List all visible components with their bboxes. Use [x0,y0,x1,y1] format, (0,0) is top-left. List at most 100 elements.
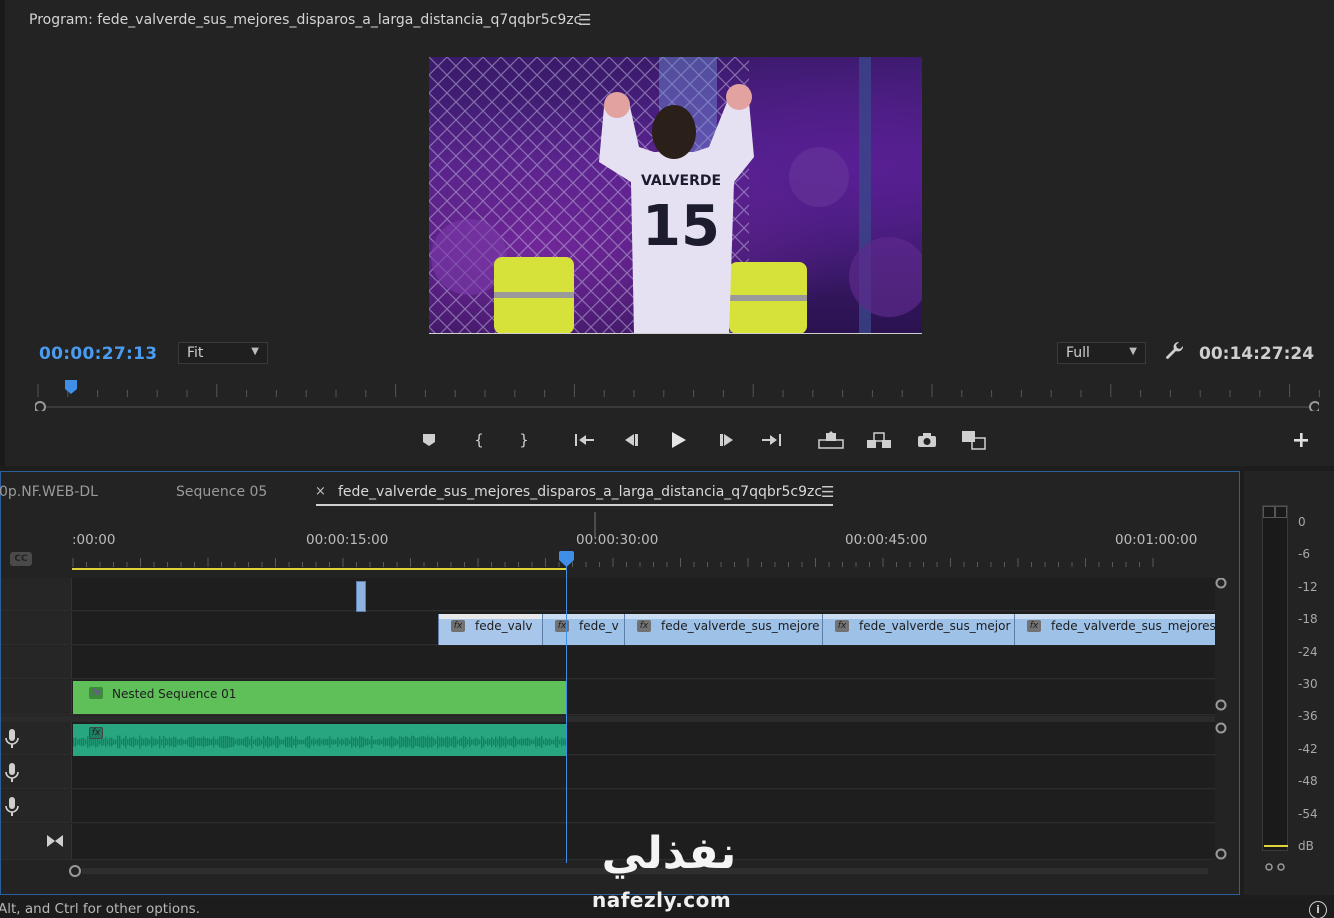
audio-waveform [73,735,567,749]
transport-controls: { } [5,427,1334,455]
close-icon[interactable]: × [315,484,326,499]
playback-resolution-value: Full [1066,345,1090,361]
track-header[interactable] [1,680,72,714]
marker-icon[interactable] [415,427,443,453]
play-icon[interactable] [664,427,692,453]
meter-scale-label: -18 [1298,612,1318,627]
premiere-window: Program: fede_valverde_sus_mejores_dispa… [0,0,1334,918]
track-v3 [1,578,1215,612]
track-header[interactable] [1,790,72,822]
clip-name: fede_valverde_sus_mejores [1051,619,1215,633]
video-clip[interactable]: fx fede_valverde_sus_mejores [1014,614,1215,645]
meter-scale-label: 0 [1298,515,1306,529]
clip-name: Nested Sequence 01 [112,687,237,701]
compare-icon[interactable] [960,427,988,453]
mark-out-icon[interactable]: } [510,427,538,453]
microphone-icon[interactable] [5,729,19,749]
hamburger-icon[interactable]: ☰ [578,11,591,29]
go-to-out-icon[interactable] [757,427,785,453]
playback-resolution-dropdown[interactable]: Full ▼ [1057,342,1146,364]
add-button-icon[interactable] [1287,427,1315,453]
monitor-playhead[interactable] [65,380,77,394]
audio-meter [1262,505,1288,851]
meter-scale-label: -30 [1298,677,1318,691]
microphone-icon[interactable] [5,797,19,817]
hamburger-icon[interactable]: ☰ [821,483,834,501]
extract-icon[interactable] [865,427,893,453]
meter-scale-label: -24 [1298,644,1318,659]
clip-name: fede_valv [475,619,533,633]
monitor-zoom-scrollbar[interactable] [35,401,1319,411]
fx-badge-icon: fx [89,727,103,739]
fx-badge-icon: fx [89,687,103,699]
video-clip[interactable]: fx fede_v [542,614,624,645]
clip-name: fede_v [579,619,619,633]
clip-indicator-left[interactable] [1263,506,1275,518]
track-a3 [1,790,1215,823]
status-bar: Alt, and Ctrl for other options. i [0,900,1334,918]
tab-sequence-web-dl[interactable]: 0p.NF.WEB-DL [0,484,98,500]
video-clip[interactable]: fx fede_valverde_sus_mejore [624,614,822,645]
wrench-icon[interactable] [1163,340,1187,368]
timeline-playhead[interactable] [559,551,574,567]
track-v1 [1,646,1215,679]
status-text: Alt, and Ctrl for other options. [0,901,200,917]
clip-indicator-right[interactable] [1275,506,1287,518]
tab-sequence-05[interactable]: Sequence 05 [176,484,267,500]
timeline-time-ruler[interactable]: :00:00 00:00:15:00 00:00:30:00 00:00:45:… [72,512,1217,572]
solo-buttons[interactable] [1264,862,1290,872]
microphone-icon[interactable] [5,763,19,783]
meter-level [1264,845,1288,847]
mark-in-icon[interactable]: { [465,427,493,453]
master-volume-icon[interactable] [46,834,64,848]
jersey-name: VALVERDE [641,173,721,189]
info-icon[interactable]: i [1309,901,1327,918]
zoom-level-dropdown[interactable]: Fit ▼ [178,342,268,364]
jersey-number: 15 [642,194,720,259]
track-header[interactable] [1,612,72,644]
video-clip[interactable]: fx fede_valverde_sus_mejor [822,614,1014,645]
program-video-frame: VALVERDE 15 [429,57,922,334]
audio-clip[interactable]: fx [73,724,567,757]
track-header[interactable] [1,824,72,859]
active-tab-underline [316,504,833,506]
timeline-playhead-line[interactable] [566,565,567,863]
track-body[interactable]: fx fede_valv fx fede_v fx fede_valverde_… [72,612,1215,645]
nested-sequence-clip[interactable]: fx Nested Sequence 01 [73,681,567,714]
sequence-duration: 00:14:27:24 [1199,344,1315,364]
meter-scale-label: -54 [1298,806,1318,821]
track-a2 [1,756,1215,789]
track-body[interactable] [72,646,1215,678]
fx-badge-icon: fx [1027,620,1041,632]
track-body[interactable] [72,578,1215,612]
fx-badge-icon: fx [451,620,465,632]
clip-name: fede_valverde_sus_mejore [661,619,820,633]
track-header[interactable] [1,756,72,788]
fx-badge-icon: fx [637,620,651,632]
program-monitor: Program: fede_valverde_sus_mejores_dispa… [0,0,1334,466]
track-header[interactable] [1,646,72,678]
timeline-zoom-scrollbar[interactable] [68,864,1213,878]
track-vertical-scrollbars[interactable] [1214,578,1228,863]
tab-active-sequence[interactable]: fede_valverde_sus_mejores_disparos_a_lar… [338,484,822,500]
track-header[interactable] [1,722,72,754]
meter-scale-label: dB [1298,839,1314,853]
monitor-time-ruler[interactable] [30,384,1320,398]
track-body[interactable] [72,824,1215,859]
lift-icon[interactable] [817,427,845,453]
step-back-icon[interactable] [617,427,645,453]
timeline-panel: 0p.NF.WEB-DL Sequence 05 × fede_valverde… [0,471,1240,895]
track-area: fx fede_valv fx fede_v fx fede_valverde_… [1,578,1229,863]
track-header[interactable] [1,578,72,610]
small-clip[interactable] [356,581,366,612]
current-timecode[interactable]: 00:00:27:13 [39,344,157,364]
captions-icon[interactable]: CC [10,552,32,566]
track-body[interactable] [72,790,1215,822]
ruler-ticks [72,512,1154,570]
video-clip[interactable]: fx fede_valv [438,614,542,645]
export-frame-icon[interactable] [913,427,941,453]
meter-scale-label: -6 [1298,547,1310,562]
track-body[interactable] [72,756,1215,788]
go-to-in-icon[interactable] [571,427,599,453]
step-forward-icon[interactable] [713,427,741,453]
